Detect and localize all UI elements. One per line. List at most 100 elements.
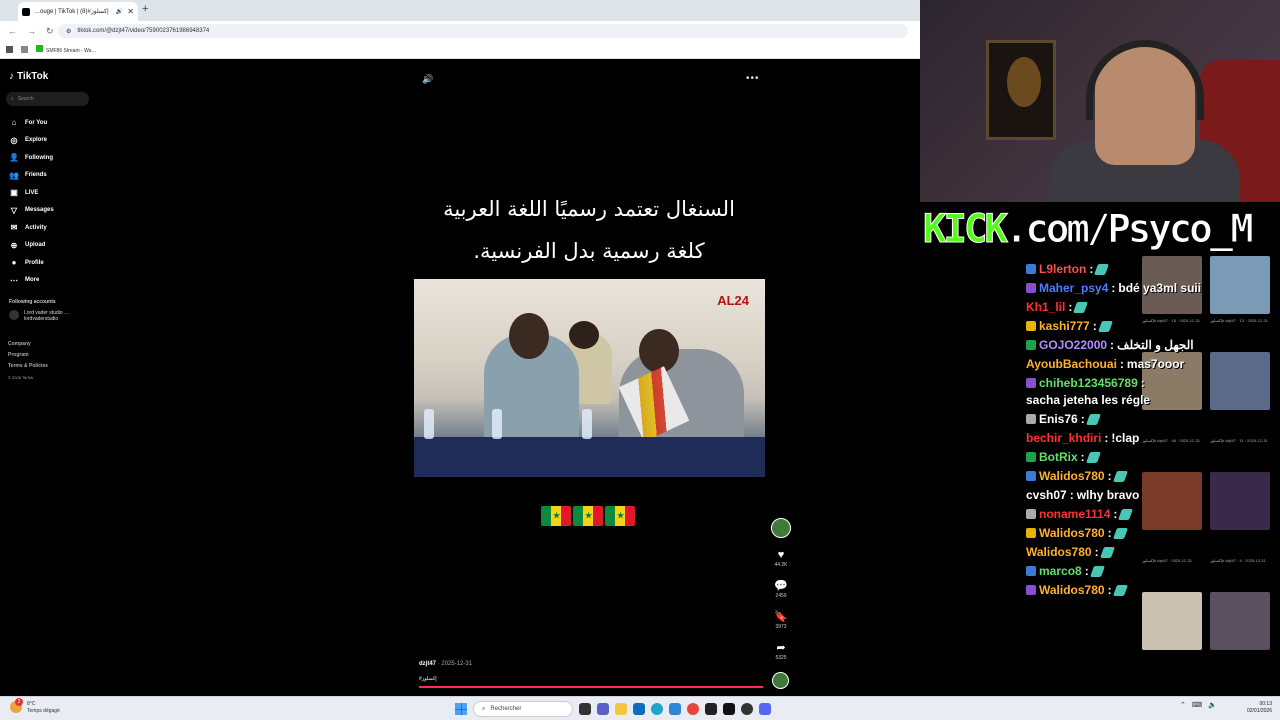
speaker-icon[interactable]: 🔊 (116, 8, 123, 15)
tab-tiktok[interactable]: …ouge | TikTok | إكسلوز#(8) 🔊 ✕ (18, 2, 138, 21)
apps-icon[interactable] (21, 46, 28, 53)
user-badge-icon (1026, 452, 1036, 462)
creator-avatar[interactable] (771, 518, 791, 538)
chat-username[interactable]: L9lerton (1039, 262, 1086, 276)
chat-username[interactable]: Maher_psy4 (1039, 281, 1108, 295)
chat-username[interactable]: Walidos780 (1039, 526, 1105, 540)
volume-tray-icon[interactable]: 🔈 (1208, 701, 1217, 709)
chat-username[interactable]: AyoubBachouai (1026, 357, 1117, 371)
sidebar-item-messages[interactable]: ▽ Messages (9, 202, 99, 220)
network-icon[interactable]: ⌨ (1192, 701, 1202, 709)
emote-icon (1089, 565, 1105, 577)
sidebar-icon[interactable] (6, 46, 13, 53)
address-bar[interactable]: ⚙ tiktok.com/@dzjt47/video/7590023761986… (58, 24, 908, 38)
new-tab-button[interactable]: + (142, 3, 148, 15)
chat-username[interactable]: chiheb123456789 (1039, 376, 1138, 390)
chevron-up-icon[interactable]: ⌃ (1180, 701, 1186, 709)
close-tab-icon[interactable]: ✕ (127, 7, 134, 16)
windows-start-icon[interactable] (455, 703, 467, 715)
footer-program[interactable]: Program (8, 350, 48, 361)
date: 02/01/2026 (1246, 708, 1272, 714)
reload-icon[interactable]: ↻ (46, 26, 54, 37)
chat-username[interactable]: cvsh07 (1026, 488, 1067, 502)
chat-username[interactable]: Kh1_lil (1026, 300, 1065, 314)
more-options-icon[interactable]: ••• (746, 73, 760, 84)
chat-username[interactable]: BotRix (1039, 450, 1078, 464)
bookmark-icon[interactable]: 🔖 (770, 610, 792, 624)
tiktok-logo[interactable]: ♪ TikTok (9, 71, 48, 82)
water-bottle (492, 409, 502, 439)
sidebar-item-following[interactable]: 👤 Following (9, 149, 99, 167)
chat-username[interactable]: Walidos780 (1039, 469, 1105, 483)
edge-icon[interactable] (651, 703, 663, 715)
chat-username[interactable]: marco8 (1039, 564, 1082, 578)
user-badge-icon (1026, 566, 1036, 576)
task-view-icon[interactable] (579, 703, 591, 715)
share-count: 5325 (775, 655, 787, 661)
chat-message: Kh1_lil: (1026, 300, 1256, 314)
senegal-flags: ★ ★ ★ (541, 506, 635, 526)
notification-badge: 2 (15, 698, 23, 706)
site-info-icon[interactable]: ⚙ (66, 28, 71, 35)
taskbar-search[interactable]: ⌕ Rechercher (473, 701, 573, 717)
chat-username[interactable]: kashi777 (1039, 319, 1090, 333)
chat-username[interactable]: Walidos780 (1026, 545, 1092, 559)
emote-icon (1097, 320, 1113, 332)
chat-username[interactable]: Walidos780 (1039, 583, 1105, 597)
taskbar: 8°C Temps dégagé ⌕ Rechercher ⌃ ⌨ 🔈 00:13 0… (0, 696, 1280, 720)
store-icon[interactable] (669, 703, 681, 715)
sidebar-item-more[interactable]: ⋯ More (9, 272, 99, 290)
footer-company[interactable]: Company (8, 339, 48, 350)
taskbar-apps: ⌕ Rechercher (455, 701, 771, 717)
explore-icon: ◎ (10, 135, 18, 145)
sidebar-item-profile[interactable]: ● Profile (9, 254, 99, 272)
clock[interactable]: 00:13 02/01/2026 (1238, 701, 1272, 715)
following-account-item[interactable]: Lord vader studio … lordvaderstudio (9, 310, 69, 322)
comment-icon[interactable]: 💬 (770, 579, 792, 593)
chat-username[interactable]: noname1114 (1039, 507, 1110, 521)
chat-username[interactable]: Enis76 (1039, 412, 1078, 426)
video-frame[interactable]: AL24 (414, 279, 765, 477)
sidebar-item-explore[interactable]: ◎ Explore (9, 132, 99, 150)
bookmark-item[interactable]: SMF86 Stream - Wa… (36, 45, 96, 54)
sidebar-item-label: More (25, 277, 40, 284)
volume-icon[interactable]: 🔊 (422, 74, 433, 85)
obs-icon[interactable] (705, 703, 717, 715)
sidebar-item-activity[interactable]: ✉ Activity (9, 219, 99, 237)
author-name[interactable]: dzjt47 (419, 661, 436, 667)
chat-overlay: إكسلوز# dzjt47 · 15 · 2025-12-31 إكسلوز# … (920, 256, 1280, 696)
emote-icon (1099, 546, 1115, 558)
share-icon[interactable]: ➦ (770, 641, 792, 655)
file-explorer-icon[interactable] (615, 703, 627, 715)
discord-icon[interactable] (759, 703, 771, 715)
sidebar-item-upload[interactable]: ⊕ Upload (9, 237, 99, 255)
like-icon[interactable]: ♥ (770, 548, 792, 562)
teams-icon[interactable] (597, 703, 609, 715)
messages-icon: ▽ (10, 205, 18, 215)
system-tray: ⌃ ⌨ 🔈 (1180, 701, 1217, 709)
music-disc-icon[interactable] (772, 672, 789, 689)
forward-icon[interactable]: → (27, 26, 36, 36)
back-icon[interactable]: ← (8, 26, 17, 36)
sidebar-item-friends[interactable]: 👥 Friends (9, 167, 99, 185)
sidebar-item-for-you[interactable]: ⌂ For You (9, 114, 99, 132)
chat-username[interactable]: GOJO22000 (1039, 338, 1107, 352)
chat-message: kashi777: (1026, 319, 1256, 333)
person-head (569, 321, 599, 349)
app-icon[interactable] (741, 703, 753, 715)
caption-line-1: السنغال تعتمد رسميًا اللغة العربية (443, 197, 735, 221)
sidebar-item-label: Following (25, 154, 53, 161)
video-progress-bar[interactable] (419, 686, 763, 688)
mail-icon[interactable] (633, 703, 645, 715)
terminal-icon[interactable] (723, 703, 735, 715)
hashtag[interactable]: #إكسلوز (419, 676, 437, 682)
sidebar-nav: ⌂ For You ◎ Explore 👤 Following 👥 Friends ▣ LIVE ▽… (9, 114, 99, 289)
footer-terms[interactable]: Terms & Policies (8, 361, 48, 372)
chat-username[interactable]: bechir_khdiri (1026, 431, 1101, 445)
emote-icon (1112, 470, 1128, 482)
search-input[interactable]: ⌕ Search (6, 92, 89, 106)
chat-message: Maher_psy4: bdé ya3ml suii (1026, 281, 1256, 295)
tab-bar: …ouge | TikTok | إكسلوز#(8) 🔊 ✕ + (0, 0, 920, 21)
sidebar-item-live[interactable]: ▣ LIVE (9, 184, 99, 202)
chrome-icon[interactable] (687, 703, 699, 715)
